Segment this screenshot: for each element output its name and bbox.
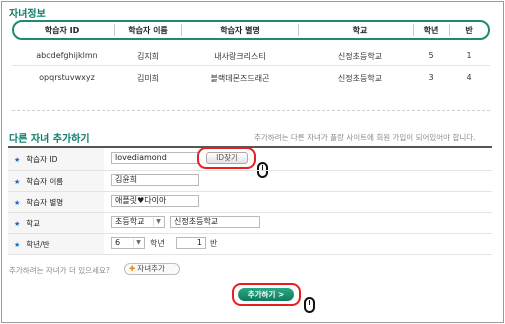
school-type-select[interactable]: 초등학교 ▼ — [111, 216, 165, 228]
row-divider — [8, 233, 492, 234]
col-header-class: 반 — [465, 26, 473, 35]
add-child-button[interactable]: ✚ 자녀추가 — [124, 263, 180, 275]
row-divider — [12, 65, 490, 66]
submit-add-button[interactable]: 추가하기 > — [238, 288, 294, 301]
section-divider — [12, 110, 490, 111]
row-divider — [8, 254, 492, 255]
cell-id: opqrstuvwxyz — [39, 73, 95, 82]
cell-class: 4 — [466, 73, 472, 82]
required-star-icon: ★ — [14, 241, 21, 249]
grade-unit-label: 학년 — [150, 239, 165, 248]
col-header-school: 학교 — [352, 26, 368, 35]
col-header-id: 학습자 ID — [44, 26, 80, 35]
cell-nickname: 내사랑크리스티 — [214, 52, 266, 61]
cell-grade: 3 — [428, 73, 434, 82]
student-name-input[interactable]: 김윤희 — [111, 174, 199, 186]
cell-class: 1 — [466, 51, 472, 60]
col-header-nickname: 학습자 별명 — [220, 26, 260, 35]
field-label-school: ★ 학교 — [14, 219, 41, 228]
add-child-note: 추가하려는 다른 자녀가 플랑 사이트에 회원 가입이 되어있어야 합니다. — [254, 133, 476, 142]
cell-nickname: 블랙데몬즈드래곤 — [210, 74, 270, 83]
children-info-title: 자녀정보 — [9, 9, 46, 20]
class-unit-label: 반 — [210, 239, 218, 248]
field-label-grade-class: ★ 학년/반 — [14, 240, 50, 249]
cell-name: 김지희 — [136, 52, 160, 61]
chevron-down-icon: ▼ — [153, 218, 163, 226]
class-input[interactable]: 1 — [176, 237, 206, 249]
row-divider — [8, 212, 492, 213]
cell-id: abcdefghijklmn — [36, 51, 98, 60]
field-label-name: ★ 학습자 이름 — [14, 177, 64, 186]
grade-select[interactable]: 6 ▼ — [111, 237, 145, 249]
cell-grade: 5 — [428, 51, 434, 60]
col-divider — [298, 24, 299, 36]
student-nickname-input[interactable]: 애플릿♥다이아 — [111, 195, 199, 207]
cell-school: 신정초등학교 — [337, 52, 383, 61]
more-children-prompt: 추가하려는 자녀가 더 있으세요? — [9, 266, 110, 275]
col-divider — [413, 24, 414, 36]
school-name-input[interactable]: 신정초등학교 — [170, 216, 260, 228]
cell-school: 신정초등학교 — [337, 74, 383, 83]
col-header-grade: 학년 — [423, 26, 439, 35]
row-divider — [8, 170, 492, 171]
required-star-icon: ★ — [14, 178, 21, 186]
col-divider — [114, 24, 115, 36]
field-label-nickname: ★ 학습자 별명 — [14, 198, 64, 207]
col-divider — [449, 24, 450, 36]
required-star-icon: ★ — [14, 220, 21, 228]
add-child-title: 다른 자녀 추가하기 — [9, 134, 90, 145]
col-divider — [181, 24, 182, 36]
highlight-ring — [197, 147, 256, 169]
chevron-down-icon: ▼ — [133, 239, 143, 247]
col-header-name: 학습자 이름 — [128, 26, 168, 35]
row-divider — [8, 191, 492, 192]
field-label-id: ★ 학습자 ID — [14, 155, 58, 164]
cell-name: 김미희 — [136, 74, 160, 83]
required-star-icon: ★ — [14, 199, 21, 207]
plus-icon: ✚ — [129, 264, 136, 273]
mouse-icon — [304, 297, 315, 313]
required-star-icon: ★ — [14, 156, 21, 164]
student-id-input[interactable]: lovediamond — [111, 152, 199, 164]
